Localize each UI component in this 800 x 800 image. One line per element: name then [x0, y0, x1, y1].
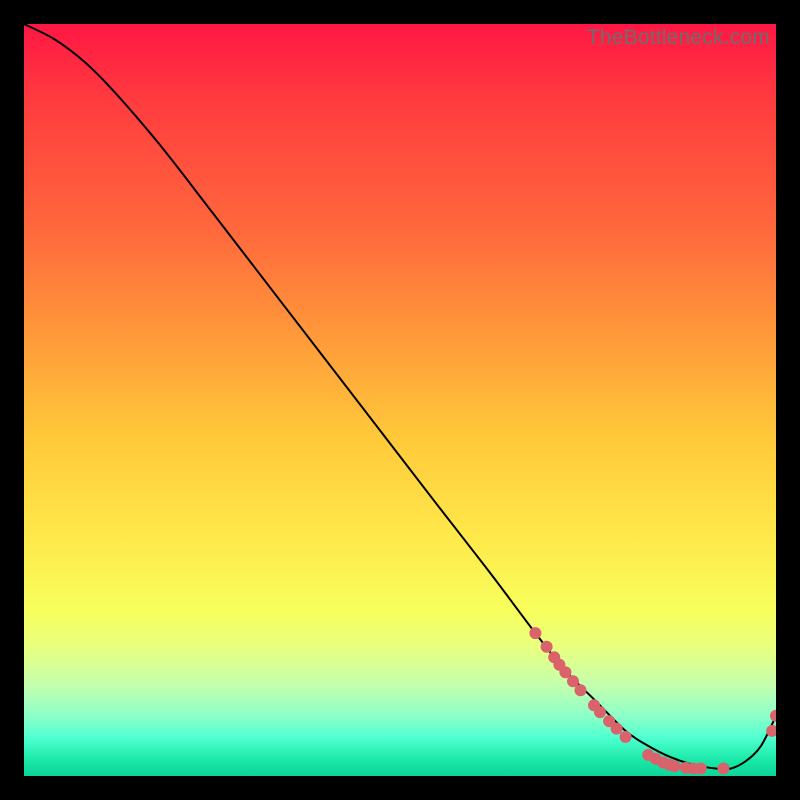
chart-marker [717, 763, 729, 775]
chart-marker [770, 710, 776, 722]
chart-gradient-frame: TheBottleneck.com [24, 24, 776, 776]
chart-marker [529, 627, 541, 639]
chart-marker [620, 731, 632, 743]
chart-marker [695, 763, 707, 775]
chart-markers [529, 627, 776, 774]
chart-marker [611, 723, 623, 735]
chart-marker [594, 706, 606, 718]
chart-marker [575, 684, 587, 696]
chart-svg [24, 24, 776, 776]
chart-marker [669, 760, 681, 772]
chart-marker [541, 641, 553, 653]
chart-curve [24, 24, 776, 769]
